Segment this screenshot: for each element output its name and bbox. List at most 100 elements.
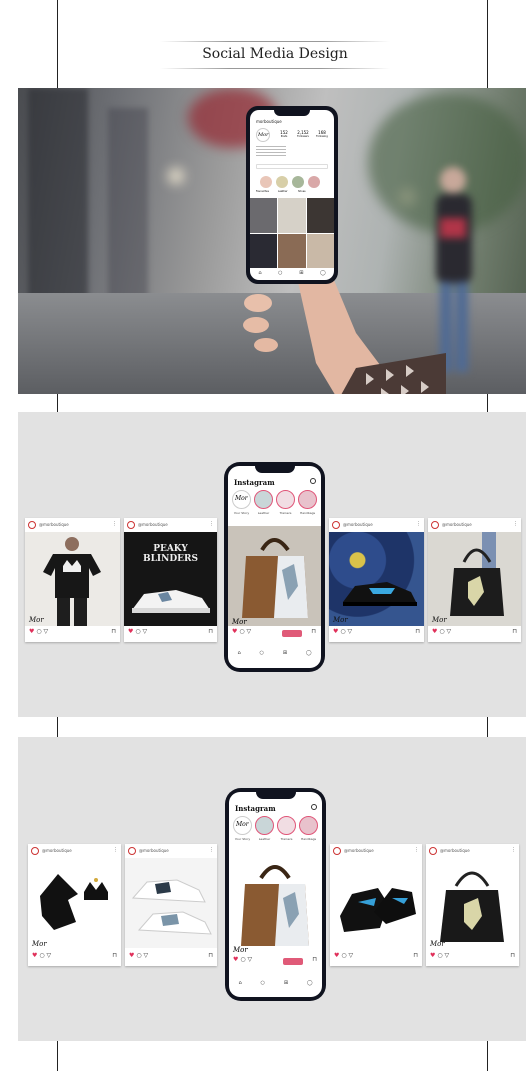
like-icon[interactable]: ♥ (32, 952, 37, 959)
highlight-3[interactable] (292, 176, 304, 188)
share-icon[interactable]: ▽ (444, 952, 449, 959)
bookmark-icon[interactable]: ⊓ (208, 952, 213, 959)
comment-icon[interactable]: ○ (341, 952, 346, 959)
share-icon[interactable]: ▽ (143, 952, 148, 959)
share-icon[interactable]: ▽ (347, 628, 352, 635)
like-icon[interactable]: ♥ (430, 952, 435, 959)
grid-post[interactable] (306, 233, 334, 268)
like-icon[interactable]: ♥ (334, 952, 339, 959)
bookmark-icon[interactable]: ⊓ (312, 956, 317, 963)
search-icon[interactable]: ○ (278, 270, 282, 280)
phone-notch (255, 792, 296, 799)
post-card[interactable]: @morboutique ⋮ PEAKY BLINDERS ♥ ○ ▽ ⊓ (124, 518, 217, 642)
comment-icon[interactable]: ○ (439, 628, 444, 635)
add-icon[interactable]: ⊞ (299, 270, 303, 280)
sneaker-pair-shape (131, 879, 212, 935)
share-icon[interactable]: ▽ (348, 952, 353, 959)
post-card[interactable]: @morboutique ⋮ ♥ ○ ▽ ⊓ (330, 844, 422, 966)
like-icon[interactable]: ♥ (432, 628, 437, 635)
like-icon[interactable]: ♥ (29, 628, 34, 635)
post-card[interactable]: @morboutique ⋮ Mor ♥ ○ ▽ ⊓ (28, 844, 121, 966)
bookmark-icon[interactable]: ⊓ (415, 628, 420, 635)
grid-post[interactable] (250, 198, 278, 233)
search-icon[interactable]: ○ (261, 980, 265, 986)
story-your[interactable]: Mor (232, 490, 251, 509)
post-card[interactable]: @morboutique ⋮ Mor ♥ ○ ▽ ⊓ (329, 518, 424, 642)
edit-profile-button[interactable] (256, 164, 328, 169)
grid-post[interactable] (250, 233, 278, 268)
home-icon[interactable]: ⌂ (258, 270, 261, 280)
share-icon[interactable]: ▽ (43, 628, 48, 635)
comment-icon[interactable]: ○ (39, 952, 44, 959)
feed-post-image-bag[interactable] (228, 526, 321, 626)
messages-icon[interactable] (310, 478, 316, 484)
bookmark-icon[interactable]: ⊓ (510, 952, 515, 959)
more-icon[interactable]: ⋮ (414, 847, 419, 853)
search-icon[interactable]: ○ (260, 650, 264, 656)
post-card[interactable]: @morboutique ⋮ Mor ♥ ○ ▽ ⊓ (25, 518, 120, 642)
story-handbags[interactable] (298, 490, 317, 509)
grid-post[interactable] (306, 198, 334, 233)
like-icon[interactable]: ♥ (128, 628, 133, 635)
post-card[interactable]: @morboutique ⋮ Mor ♥ ○ ▽ ⊓ (426, 844, 519, 966)
share-icon[interactable]: ▽ (246, 628, 251, 635)
post-username: @morboutique (139, 848, 169, 853)
more-icon[interactable]: ⋮ (113, 847, 118, 853)
profile-icon[interactable]: ◯ (307, 980, 313, 986)
share-icon[interactable]: ▽ (142, 628, 147, 635)
grid-post[interactable] (278, 198, 306, 233)
story-leather[interactable] (254, 490, 273, 509)
post-card[interactable]: @morboutique ⋮ Mor ♥ ○ ▽ ⊓ (428, 518, 521, 642)
profile-icon[interactable]: ◯ (306, 650, 312, 656)
feed-post-image-bag[interactable] (229, 852, 322, 952)
highlight-4[interactable] (308, 176, 320, 188)
share-icon[interactable]: ▽ (46, 952, 51, 959)
like-icon[interactable]: ♥ (129, 952, 134, 959)
story-trainers[interactable] (276, 490, 295, 509)
activity-badge[interactable] (282, 630, 302, 637)
share-icon[interactable]: ▽ (446, 628, 451, 635)
messages-icon[interactable] (311, 804, 317, 810)
add-icon[interactable]: ⊞ (284, 980, 288, 986)
more-icon[interactable]: ⋮ (112, 521, 117, 527)
home-icon[interactable]: ⌂ (238, 980, 241, 986)
more-icon[interactable]: ⋮ (209, 847, 214, 853)
comment-icon[interactable]: ○ (340, 628, 345, 635)
more-icon[interactable]: ⋮ (209, 521, 214, 527)
bookmark-icon[interactable]: ⊓ (413, 952, 418, 959)
comment-icon[interactable]: ○ (240, 956, 245, 963)
home-icon[interactable]: ⌂ (237, 650, 240, 656)
bookmark-icon[interactable]: ⊓ (111, 628, 116, 635)
add-icon[interactable]: ⊞ (283, 650, 287, 656)
highlight-2[interactable] (276, 176, 288, 188)
post-card[interactable]: @morboutique ⋮ ♥ ○ ▽ ⊓ (125, 844, 217, 966)
bookmark-icon[interactable]: ⊓ (112, 952, 117, 959)
more-icon[interactable]: ⋮ (416, 521, 421, 527)
bookmark-icon[interactable]: ⊓ (311, 628, 316, 635)
post-actions: ♥ ○ ▽ (334, 952, 353, 959)
comment-icon[interactable]: ○ (135, 628, 140, 635)
activity-badge[interactable] (283, 958, 303, 965)
like-icon[interactable]: ♥ (333, 628, 338, 635)
comment-icon[interactable]: ○ (36, 628, 41, 635)
like-icon[interactable]: ♥ (233, 956, 238, 963)
like-icon[interactable]: ♥ (232, 628, 237, 635)
highlight-1[interactable] (260, 176, 272, 188)
more-icon[interactable]: ⋮ (513, 521, 518, 527)
guide-line-left-mid1 (57, 394, 58, 412)
share-icon[interactable]: ▽ (247, 956, 252, 963)
story-trainers[interactable] (277, 816, 296, 835)
grid-post[interactable] (278, 233, 306, 268)
story-handbags[interactable] (299, 816, 318, 835)
bookmark-icon[interactable]: ⊓ (512, 628, 517, 635)
comment-icon[interactable]: ○ (239, 628, 244, 635)
story-leather[interactable] (255, 816, 274, 835)
comment-icon[interactable]: ○ (136, 952, 141, 959)
story-your[interactable]: Mor (233, 816, 252, 835)
comment-icon[interactable]: ○ (437, 952, 442, 959)
bookmark-icon[interactable]: ⊓ (208, 628, 213, 635)
profile-icon[interactable]: ◯ (320, 270, 326, 280)
bag-shape (440, 871, 504, 942)
more-icon[interactable]: ⋮ (511, 847, 516, 853)
post-image-white-sneakers (125, 858, 217, 948)
